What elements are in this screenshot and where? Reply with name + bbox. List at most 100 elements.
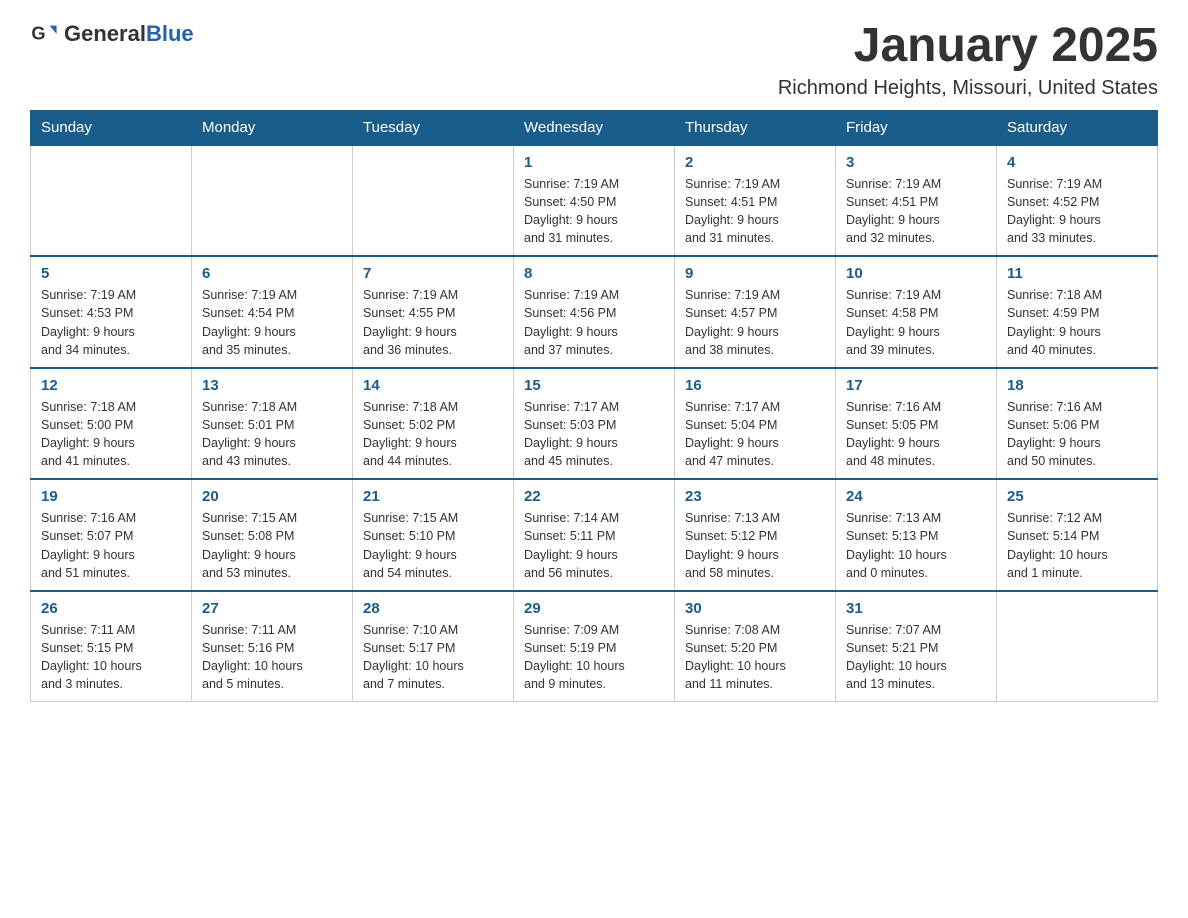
day-number: 11 xyxy=(1007,265,1147,282)
week-row-1: 1Sunrise: 7:19 AMSunset: 4:50 PMDaylight… xyxy=(31,145,1158,257)
calendar-cell: 29 Sunrise: 7:09 AMSunset: 5:19 PMDayligh… xyxy=(514,591,675,702)
calendar-cell: 10 Sunrise: 7:19 AMSunset: 4:58 PMDayligh… xyxy=(836,256,997,368)
day-number: 8 xyxy=(524,265,664,282)
calendar-cell: 31Sunrise: 7:07 AMSunset: 5:21 PMDayligh… xyxy=(836,591,997,702)
calendar-cell: 16 Sunrise: 7:17 AMSunset: 5:04 PMDayligh… xyxy=(675,368,836,480)
day-number: 5 xyxy=(41,265,181,282)
calendar-cell xyxy=(31,145,192,257)
day-number: 15 xyxy=(524,377,664,394)
day-info: Sunrise: 7:08 AMSunset: 5:20 PMDaylight:… xyxy=(685,621,825,694)
day-number: 20 xyxy=(202,488,342,505)
svg-text:G: G xyxy=(31,24,45,44)
day-info: Sunrise: 7:18 AMSunset: 4:59 PMDaylight:… xyxy=(1007,286,1147,359)
day-number: 19 xyxy=(41,488,181,505)
day-number: 2 xyxy=(685,154,825,171)
logo-text-blue: Blue xyxy=(146,21,194,46)
day-info: Sunrise: 7:15 AMSunset: 5:08 PMDaylight:… xyxy=(202,509,342,582)
calendar-cell: 3 Sunrise: 7:19 AMSunset: 4:51 PMDaylight… xyxy=(836,145,997,257)
calendar-table: SundayMondayTuesdayWednesdayThursdayFrid… xyxy=(30,110,1158,703)
day-header-wednesday: Wednesday xyxy=(514,110,675,145)
calendar-cell: 17Sunrise: 7:16 AMSunset: 5:05 PMDayligh… xyxy=(836,368,997,480)
day-number: 29 xyxy=(524,600,664,617)
day-info: Sunrise: 7:19 AMSunset: 4:52 PMDaylight:… xyxy=(1007,175,1147,248)
calendar-cell: 21Sunrise: 7:15 AMSunset: 5:10 PMDayligh… xyxy=(353,479,514,591)
day-info: Sunrise: 7:18 AMSunset: 5:00 PMDaylight:… xyxy=(41,398,181,471)
day-header-saturday: Saturday xyxy=(997,110,1158,145)
day-number: 22 xyxy=(524,488,664,505)
calendar-cell: 11 Sunrise: 7:18 AMSunset: 4:59 PMDayligh… xyxy=(997,256,1158,368)
day-number: 26 xyxy=(41,600,181,617)
calendar-cell: 28 Sunrise: 7:10 AMSunset: 5:17 PMDayligh… xyxy=(353,591,514,702)
day-info: Sunrise: 7:13 AMSunset: 5:12 PMDaylight:… xyxy=(685,509,825,582)
day-number: 24 xyxy=(846,488,986,505)
day-header-tuesday: Tuesday xyxy=(353,110,514,145)
day-header-monday: Monday xyxy=(192,110,353,145)
page-header: G GeneralBlue January 2025 Richmond Heig… xyxy=(30,20,1158,100)
calendar-cell: 5 Sunrise: 7:19 AMSunset: 4:53 PMDaylight… xyxy=(31,256,192,368)
day-info: Sunrise: 7:19 AMSunset: 4:51 PMDaylight:… xyxy=(685,175,825,248)
day-info: Sunrise: 7:18 AMSunset: 5:02 PMDaylight:… xyxy=(363,398,503,471)
day-info: Sunrise: 7:19 AMSunset: 4:51 PMDaylight:… xyxy=(846,175,986,248)
calendar-cell: 13 Sunrise: 7:18 AMSunset: 5:01 PMDayligh… xyxy=(192,368,353,480)
day-info: Sunrise: 7:11 AMSunset: 5:15 PMDaylight:… xyxy=(41,621,181,694)
month-title: January 2025 xyxy=(778,20,1158,73)
calendar-cell: 4 Sunrise: 7:19 AMSunset: 4:52 PMDaylight… xyxy=(997,145,1158,257)
day-number: 18 xyxy=(1007,377,1147,394)
calendar-cell: 25Sunrise: 7:12 AMSunset: 5:14 PMDayligh… xyxy=(997,479,1158,591)
day-info: Sunrise: 7:15 AMSunset: 5:10 PMDaylight:… xyxy=(363,509,503,582)
calendar-cell: 27 Sunrise: 7:11 AMSunset: 5:16 PMDayligh… xyxy=(192,591,353,702)
calendar-cell: 26 Sunrise: 7:11 AMSunset: 5:15 PMDayligh… xyxy=(31,591,192,702)
day-header-thursday: Thursday xyxy=(675,110,836,145)
day-number: 9 xyxy=(685,265,825,282)
day-info: Sunrise: 7:19 AMSunset: 4:54 PMDaylight:… xyxy=(202,286,342,359)
day-info: Sunrise: 7:10 AMSunset: 5:17 PMDaylight:… xyxy=(363,621,503,694)
calendar-cell: 6Sunrise: 7:19 AMSunset: 4:54 PMDaylight… xyxy=(192,256,353,368)
day-info: Sunrise: 7:19 AMSunset: 4:58 PMDaylight:… xyxy=(846,286,986,359)
logo-icon: G xyxy=(30,20,58,48)
calendar-cell: 7Sunrise: 7:19 AMSunset: 4:55 PMDaylight… xyxy=(353,256,514,368)
location-title: Richmond Heights, Missouri, United State… xyxy=(778,77,1158,100)
day-info: Sunrise: 7:18 AMSunset: 5:01 PMDaylight:… xyxy=(202,398,342,471)
week-row-5: 26 Sunrise: 7:11 AMSunset: 5:15 PMDayligh… xyxy=(31,591,1158,702)
day-number: 3 xyxy=(846,154,986,171)
day-info: Sunrise: 7:19 AMSunset: 4:53 PMDaylight:… xyxy=(41,286,181,359)
day-number: 28 xyxy=(363,600,503,617)
calendar-cell: 9 Sunrise: 7:19 AMSunset: 4:57 PMDaylight… xyxy=(675,256,836,368)
day-info: Sunrise: 7:16 AMSunset: 5:06 PMDaylight:… xyxy=(1007,398,1147,471)
title-block: January 2025 Richmond Heights, Missouri,… xyxy=(778,20,1158,100)
day-number: 10 xyxy=(846,265,986,282)
day-number: 23 xyxy=(685,488,825,505)
day-info: Sunrise: 7:17 AMSunset: 5:04 PMDaylight:… xyxy=(685,398,825,471)
day-info: Sunrise: 7:19 AMSunset: 4:50 PMDaylight:… xyxy=(524,175,664,248)
day-info: Sunrise: 7:17 AMSunset: 5:03 PMDaylight:… xyxy=(524,398,664,471)
day-number: 4 xyxy=(1007,154,1147,171)
day-info: Sunrise: 7:19 AMSunset: 4:56 PMDaylight:… xyxy=(524,286,664,359)
calendar-cell: 20 Sunrise: 7:15 AMSunset: 5:08 PMDayligh… xyxy=(192,479,353,591)
day-info: Sunrise: 7:16 AMSunset: 5:07 PMDaylight:… xyxy=(41,509,181,582)
day-info: Sunrise: 7:14 AMSunset: 5:11 PMDaylight:… xyxy=(524,509,664,582)
day-info: Sunrise: 7:11 AMSunset: 5:16 PMDaylight:… xyxy=(202,621,342,694)
calendar-cell xyxy=(353,145,514,257)
calendar-cell: 19 Sunrise: 7:16 AMSunset: 5:07 PMDayligh… xyxy=(31,479,192,591)
day-info: Sunrise: 7:12 AMSunset: 5:14 PMDaylight:… xyxy=(1007,509,1147,582)
day-info: Sunrise: 7:19 AMSunset: 4:57 PMDaylight:… xyxy=(685,286,825,359)
calendar-cell: 1Sunrise: 7:19 AMSunset: 4:50 PMDaylight… xyxy=(514,145,675,257)
day-headers-row: SundayMondayTuesdayWednesdayThursdayFrid… xyxy=(31,110,1158,145)
day-number: 14 xyxy=(363,377,503,394)
logo: G GeneralBlue xyxy=(30,20,194,48)
calendar-cell: 30 Sunrise: 7:08 AMSunset: 5:20 PMDayligh… xyxy=(675,591,836,702)
day-number: 13 xyxy=(202,377,342,394)
calendar-cell xyxy=(192,145,353,257)
day-info: Sunrise: 7:16 AMSunset: 5:05 PMDaylight:… xyxy=(846,398,986,471)
day-info: Sunrise: 7:07 AMSunset: 5:21 PMDaylight:… xyxy=(846,621,986,694)
day-number: 16 xyxy=(685,377,825,394)
day-number: 12 xyxy=(41,377,181,394)
day-number: 27 xyxy=(202,600,342,617)
calendar-cell: 14 Sunrise: 7:18 AMSunset: 5:02 PMDayligh… xyxy=(353,368,514,480)
logo-text-general: General xyxy=(64,21,146,46)
day-info: Sunrise: 7:09 AMSunset: 5:19 PMDaylight:… xyxy=(524,621,664,694)
day-number: 30 xyxy=(685,600,825,617)
calendar-cell: 12 Sunrise: 7:18 AMSunset: 5:00 PMDayligh… xyxy=(31,368,192,480)
day-header-sunday: Sunday xyxy=(31,110,192,145)
day-header-friday: Friday xyxy=(836,110,997,145)
